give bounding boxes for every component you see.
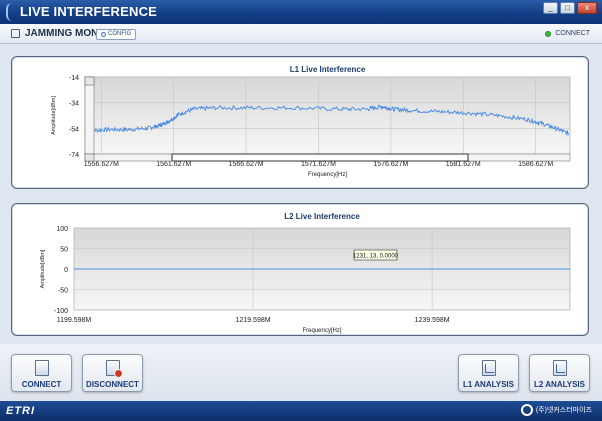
close-button[interactable]: x [577,2,597,14]
x-tick-label: 1566.627M [229,161,264,168]
x-tick-label: 1556.627M [84,161,119,168]
l2-chart-panel: L2 Live Interference 100 50 0 -50 -100 1199.59… [11,203,589,336]
scroll-left-button[interactable] [84,153,95,162]
analysis-chart-icon [552,360,567,376]
connect-label: CONNECT [21,380,62,389]
y-axis-label: Amplitude[dBm] [51,96,57,135]
disconnect-label: DISCONNECT [86,380,139,389]
l2-chart: L2 Live Interference 100 50 0 -50 -100 1199.59… [40,212,571,334]
scroll-up-button[interactable] [84,76,95,86]
app-name: JAMMING MON [25,28,99,39]
y-tick-label: -50 [58,288,68,295]
x-tick-label: 1586.627M [518,161,553,168]
app-toolbar: JAMMING MON CONFIG CONNECT [0,24,602,44]
x-tick-label: 1571.627M [301,161,336,168]
x-tick-label: 1581.627M [446,161,481,168]
x-tick-label: 1199.598M [57,317,92,324]
footer-bar: ETRI (주)넷커스터마이즈 [0,401,602,421]
footer-company: (주)넷커스터마이즈 [520,404,592,416]
config-label: CONFIG [108,31,132,37]
status-label: CONNECT [555,30,590,37]
y-tick-label: 100 [56,226,68,233]
tooltip-text: 1231, 13, 0.0000 [353,254,399,260]
minimize-button[interactable]: _ [543,2,558,14]
analysis-chart-icon [481,360,496,376]
y-axis-label: Amplitude[dBm] [40,249,46,288]
x-tick-label: 1239.598M [415,317,450,324]
y-tick-label: -14 [69,75,79,82]
chart-title: L1 Live Interference [290,65,366,74]
y-tick-label: 0 [64,267,68,274]
company-logo-icon [520,404,533,416]
l2-analysis-button[interactable]: L2 ANALYSIS [529,354,590,392]
l1-analysis-label: L1 ANALYSIS [463,380,514,389]
y-tick-label: -34 [69,101,79,108]
y-tick-label: -54 [69,126,79,133]
config-button[interactable]: CONFIG [96,29,137,40]
y-tick-label: 50 [60,247,68,254]
disconnect-button[interactable]: DISCONNECT [82,354,143,392]
y-tick-label: -100 [54,308,68,315]
company-name: (주)넷커스터마이즈 [535,407,592,414]
x-tick-label: 1219.598M [236,317,271,324]
connect-button[interactable]: CONNECT [11,354,72,392]
l1-chart: L1 Live Interference -14 -34 -54 -74 1556.627… [51,65,571,178]
x-axis-label: Frequency[Hz] [308,172,347,178]
chart-title: L2 Live Interference [284,212,360,221]
x-tick-label: 1576.627M [373,161,408,168]
disconnect-icon [105,360,123,378]
footer-brand: ETRI [6,405,36,417]
x-tick-label: 1561.627M [156,161,191,168]
l1-chart-panel: L1 Live Interference -14 -34 -54 -74 1556.627… [11,56,589,189]
app-logo-icon [6,3,16,21]
connect-icon [34,360,49,376]
target-icon [11,29,20,38]
l2-analysis-label: L2 ANALYSIS [534,380,585,389]
x-axis-label: Frequency[Hz] [302,328,341,334]
l1-analysis-button[interactable]: L1 ANALYSIS [458,354,519,392]
title-bar: LIVE INTERFERENCE _ □ x [0,0,602,24]
maximize-button[interactable]: □ [560,2,575,14]
scroll-thumb[interactable] [171,153,469,162]
y-tick-label: -74 [69,152,79,159]
window-title: LIVE INTERFERENCE [20,4,158,19]
connection-status: CONNECT [545,30,590,37]
vertical-scrollbar[interactable] [84,76,95,155]
gear-icon [101,32,106,37]
status-dot-icon [545,30,552,37]
